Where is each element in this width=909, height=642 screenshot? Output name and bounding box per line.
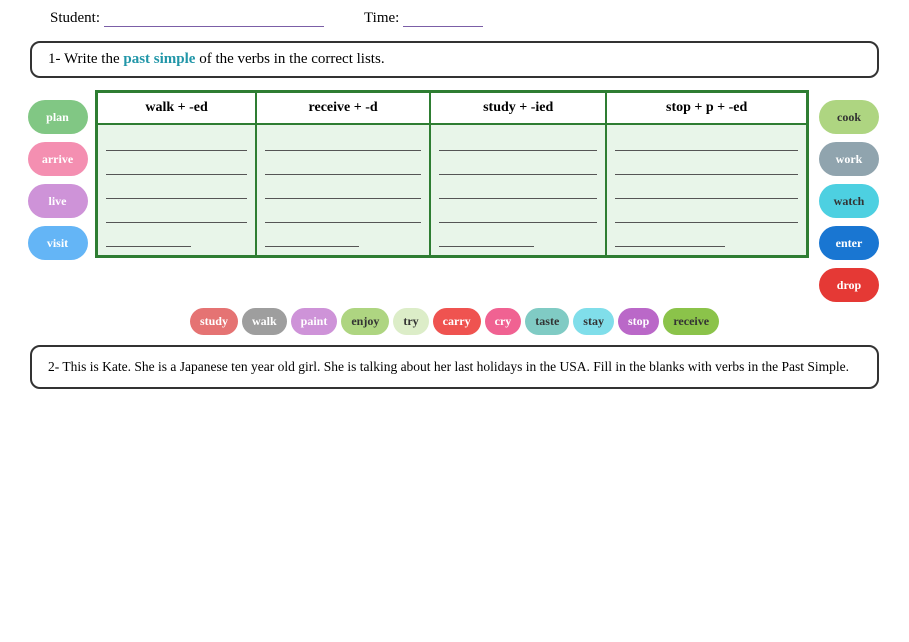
student-label: Student: <box>50 10 100 27</box>
answer-line[interactable] <box>615 205 798 223</box>
instruction1-text-after: of the verbs in the correct lists. <box>199 51 384 67</box>
col-header-3: study + -ied <box>430 92 606 124</box>
student-field: Student: <box>50 10 324 27</box>
cell-1-1 <box>97 124 256 256</box>
pill-cry: cry <box>485 308 522 335</box>
answer-line[interactable] <box>106 229 191 247</box>
student-line[interactable] <box>104 11 324 27</box>
answer-line[interactable] <box>439 229 534 247</box>
pill-watch: watch <box>819 184 879 218</box>
pill-stop: stop <box>618 308 659 335</box>
pill-taste: taste <box>525 308 569 335</box>
instruction1-text-before: Write the <box>64 51 123 67</box>
pill-enter: enter <box>819 226 879 260</box>
answer-line[interactable] <box>439 133 597 151</box>
col-header-1: walk + -ed <box>97 92 256 124</box>
pill-walk: walk <box>242 308 287 335</box>
page: Student: Time: 1- Write the past simple … <box>0 0 909 642</box>
cell-1-2 <box>256 124 430 256</box>
pill-try: try <box>393 308 428 335</box>
bottom-pills-row: study walk paint enjoy try carry cry tas… <box>30 308 879 335</box>
instruction2-text: This is Kate. She is a Japanese ten year… <box>62 359 849 374</box>
instruction-box-2: 2- This is Kate. She is a Japanese ten y… <box>30 345 879 389</box>
pill-visit: visit <box>28 226 88 260</box>
answer-line[interactable] <box>265 133 421 151</box>
answer-line[interactable] <box>106 157 247 175</box>
col-header-2: receive + -d <box>256 92 430 124</box>
instruction-box-1: 1- Write the past simple of the verbs in… <box>30 41 879 78</box>
answer-line[interactable] <box>615 181 798 199</box>
main-area: plan arrive live visit walk + -ed receiv… <box>20 90 889 302</box>
answer-line[interactable] <box>106 181 247 199</box>
time-field: Time: <box>364 10 483 27</box>
pill-stay: stay <box>573 308 614 335</box>
verb-table: walk + -ed receive + -d study + -ied sto… <box>95 90 809 258</box>
answer-line[interactable] <box>615 157 798 175</box>
answer-line[interactable] <box>615 133 798 151</box>
pill-live: live <box>28 184 88 218</box>
pill-enjoy: enjoy <box>341 308 389 335</box>
cell-1-3 <box>430 124 606 256</box>
time-line[interactable] <box>403 11 483 27</box>
pill-receive: receive <box>663 308 719 335</box>
answer-line[interactable] <box>265 205 421 223</box>
pill-plan: plan <box>28 100 88 134</box>
answer-line[interactable] <box>439 181 597 199</box>
verb-table-area: walk + -ed receive + -d study + -ied sto… <box>95 90 809 258</box>
pill-work: work <box>819 142 879 176</box>
pill-drop: drop <box>819 268 879 302</box>
instruction1-number: 1- <box>48 51 61 67</box>
answer-line[interactable] <box>106 205 247 223</box>
answer-line[interactable] <box>265 157 421 175</box>
table-row <box>97 124 807 256</box>
col-header-4: stop + p + -ed <box>606 92 807 124</box>
cell-1-4 <box>606 124 807 256</box>
answer-line[interactable] <box>106 133 247 151</box>
pill-carry: carry <box>433 308 481 335</box>
answer-line[interactable] <box>439 157 597 175</box>
pill-arrive: arrive <box>28 142 88 176</box>
time-label: Time: <box>364 10 399 27</box>
answer-line[interactable] <box>439 205 597 223</box>
instruction1-highlight: past simple <box>123 51 195 67</box>
header: Student: Time: <box>20 10 889 27</box>
pill-cook: cook <box>819 100 879 134</box>
instruction2-number: 2- <box>48 359 59 374</box>
pill-paint: paint <box>291 308 338 335</box>
left-pills-column: plan arrive live visit <box>20 90 95 260</box>
answer-line[interactable] <box>265 229 359 247</box>
right-pills-column: cook work watch enter drop <box>809 90 889 302</box>
answer-line[interactable] <box>615 229 725 247</box>
answer-line[interactable] <box>265 181 421 199</box>
pill-study: study <box>190 308 238 335</box>
